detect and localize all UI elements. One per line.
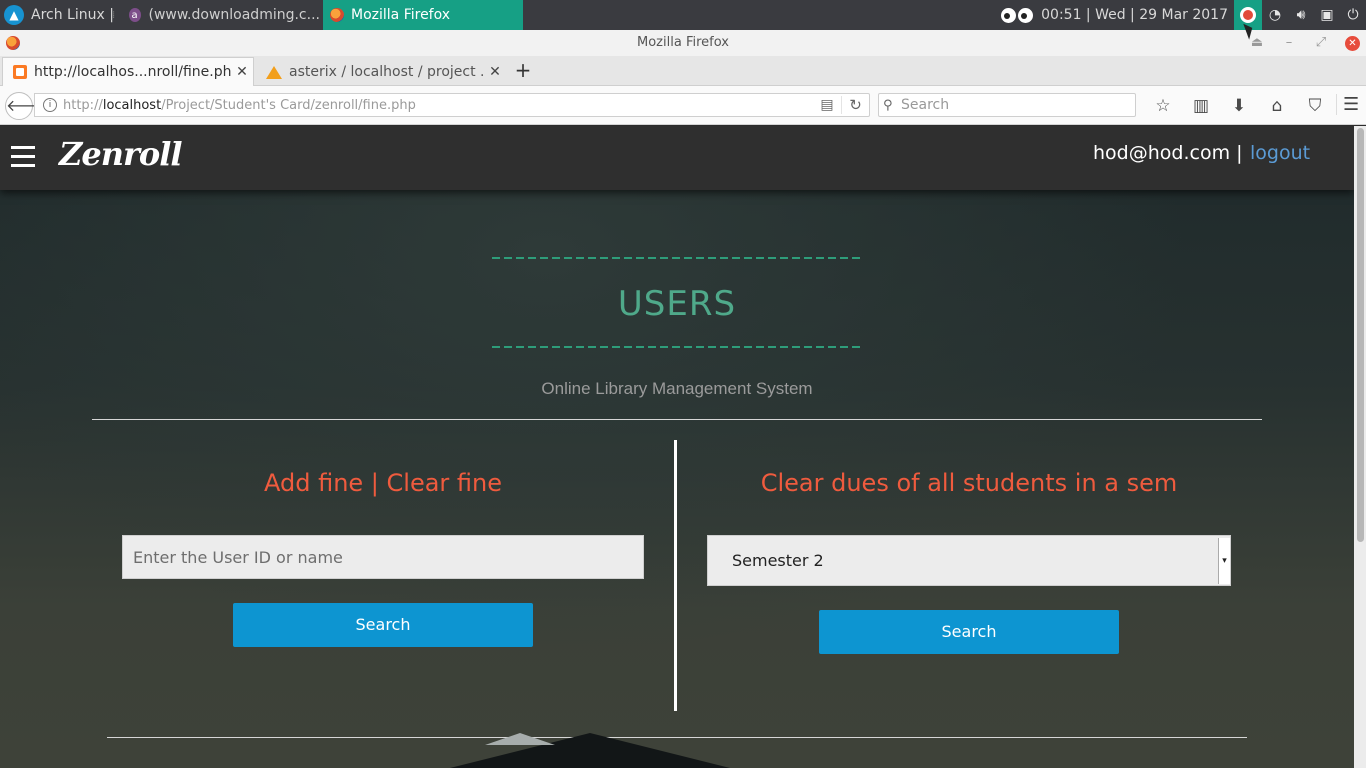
hamburger-menu-icon[interactable]: ☰ bbox=[1336, 94, 1359, 115]
taskbar-item-label: (www.downloadming.c... bbox=[148, 7, 320, 23]
tab-strip: http://localhos...nroll/fine.php ✕ aster… bbox=[0, 56, 1366, 86]
mountain-background-image bbox=[430, 733, 750, 768]
page-title: USERS bbox=[617, 284, 737, 324]
heading-top-divider bbox=[492, 257, 862, 259]
semester-select[interactable]: Semester 2 ▾ bbox=[707, 535, 1231, 586]
shade-icon[interactable]: ⏏ bbox=[1241, 30, 1273, 56]
navigation-toolbar: 🡐 i http://localhost/Project/Student's C… bbox=[0, 86, 1366, 125]
power-icon[interactable]: ⏻ bbox=[1340, 7, 1366, 23]
panel-divider bbox=[674, 440, 677, 711]
wifi-icon[interactable]: ◔ bbox=[1262, 7, 1288, 23]
mountain-snow-cap bbox=[485, 733, 555, 745]
scrollbar-thumb[interactable] bbox=[1357, 128, 1364, 542]
dropdown-arrow-icon[interactable]: ▾ bbox=[1218, 538, 1230, 584]
new-tab-button[interactable]: + bbox=[510, 56, 536, 86]
reader-view-icon[interactable]: ▤ bbox=[813, 97, 841, 113]
window-title: Mozilla Firefox bbox=[637, 35, 729, 50]
search-bar[interactable]: ⚲ Search bbox=[878, 93, 1136, 117]
taskbar-item-label: Mozilla Firefox bbox=[351, 7, 451, 23]
taskbar-item-firefox[interactable]: Mozilla Firefox bbox=[323, 0, 523, 30]
volume-icon[interactable]: 🔊︎ bbox=[1288, 7, 1314, 23]
xampp-icon bbox=[13, 65, 27, 79]
heading-bottom-divider bbox=[492, 346, 862, 348]
search-placeholder: Search bbox=[901, 97, 950, 113]
clock[interactable]: 00:51 | Wed | 29 Mar 2017 bbox=[1041, 7, 1228, 23]
tab-label: asterix / localhost / project ... bbox=[289, 63, 484, 80]
arch-logo-icon: ▲ bbox=[4, 5, 24, 25]
page-viewport: Zenroll hod@hod.com | logout USERS Onlin… bbox=[0, 126, 1366, 768]
bookmarks-menu-icon[interactable]: ▥ bbox=[1182, 96, 1220, 116]
system-tray: 00:51 | Wed | 29 Mar 2017 ◔ 🔊︎ ▣ ⏻ bbox=[1001, 0, 1366, 30]
maximize-button[interactable]: ⤢ bbox=[1305, 30, 1337, 56]
phpmyadmin-icon bbox=[266, 65, 282, 79]
tab-fine-php[interactable]: http://localhos...nroll/fine.php ✕ bbox=[2, 57, 254, 86]
close-window-button[interactable]: ✕ bbox=[1345, 35, 1360, 51]
arch-menu-button[interactable]: ▲ Arch Linux | bbox=[4, 0, 122, 30]
search-icon: ⚲ bbox=[883, 97, 893, 113]
user-email: hod@hod.com | bbox=[1093, 142, 1243, 164]
os-label: Arch Linux | bbox=[31, 7, 114, 23]
home-icon[interactable]: ⌂ bbox=[1258, 96, 1296, 116]
tab-label: http://localhos...nroll/fine.php bbox=[34, 64, 231, 80]
desktop-taskbar: ▲ Arch Linux | ⁞ a (www.downloadming.c..… bbox=[0, 0, 1366, 30]
logout-link[interactable]: logout bbox=[1250, 142, 1310, 164]
pocket-icon[interactable]: ⛉ bbox=[1296, 96, 1334, 116]
site-header: Zenroll hod@hod.com | logout bbox=[0, 126, 1354, 190]
brand-logo[interactable]: Zenroll bbox=[59, 135, 182, 173]
minimize-button[interactable]: – bbox=[1273, 30, 1305, 56]
browser-icon: a bbox=[128, 8, 141, 22]
url-bar[interactable]: i http://localhost/Project/Student's Car… bbox=[34, 93, 870, 117]
back-button[interactable]: 🡐 bbox=[5, 92, 49, 120]
tab-close-icon[interactable]: ✕ bbox=[231, 64, 253, 80]
page-tagline: Online Library Management System bbox=[541, 379, 813, 398]
add-fine-title: Add fine | Clear fine bbox=[263, 469, 503, 497]
url-text[interactable]: http://localhost/Project/Student's Card/… bbox=[63, 98, 813, 113]
clipboard-icon[interactable]: ▣ bbox=[1314, 7, 1340, 23]
firefox-icon bbox=[330, 8, 344, 22]
user-search-input[interactable] bbox=[122, 535, 644, 579]
clear-dues-search-button[interactable]: Search bbox=[819, 610, 1119, 654]
downloads-icon[interactable]: ⬇ bbox=[1220, 96, 1258, 116]
sidebar-toggle-icon[interactable] bbox=[11, 146, 35, 168]
section-divider bbox=[92, 419, 1262, 420]
reload-icon[interactable]: ↻ bbox=[841, 96, 869, 114]
semester-select-value: Semester 2 bbox=[732, 551, 824, 570]
clear-dues-title: Clear dues of all students in a sem bbox=[760, 469, 1178, 497]
firefox-icon bbox=[6, 36, 20, 50]
bookmark-star-icon[interactable]: ☆ bbox=[1144, 96, 1182, 116]
site-info-icon[interactable]: i bbox=[43, 98, 57, 112]
taskbar-item-downloadming[interactable]: ⁞ a (www.downloadming.c... bbox=[112, 0, 320, 30]
window-titlebar: Mozilla Firefox ⏏ – ⤢ ✕ bbox=[0, 30, 1366, 56]
tab-close-icon[interactable]: ✕ bbox=[484, 64, 506, 80]
drag-handle-icon: ⁞ bbox=[112, 9, 116, 21]
search-user-button[interactable]: Search bbox=[233, 603, 533, 647]
page-scrollbar[interactable] bbox=[1354, 126, 1366, 768]
xeyes-icon bbox=[1001, 7, 1035, 23]
tab-phpmyadmin[interactable]: asterix / localhost / project ... ✕ bbox=[256, 57, 506, 86]
